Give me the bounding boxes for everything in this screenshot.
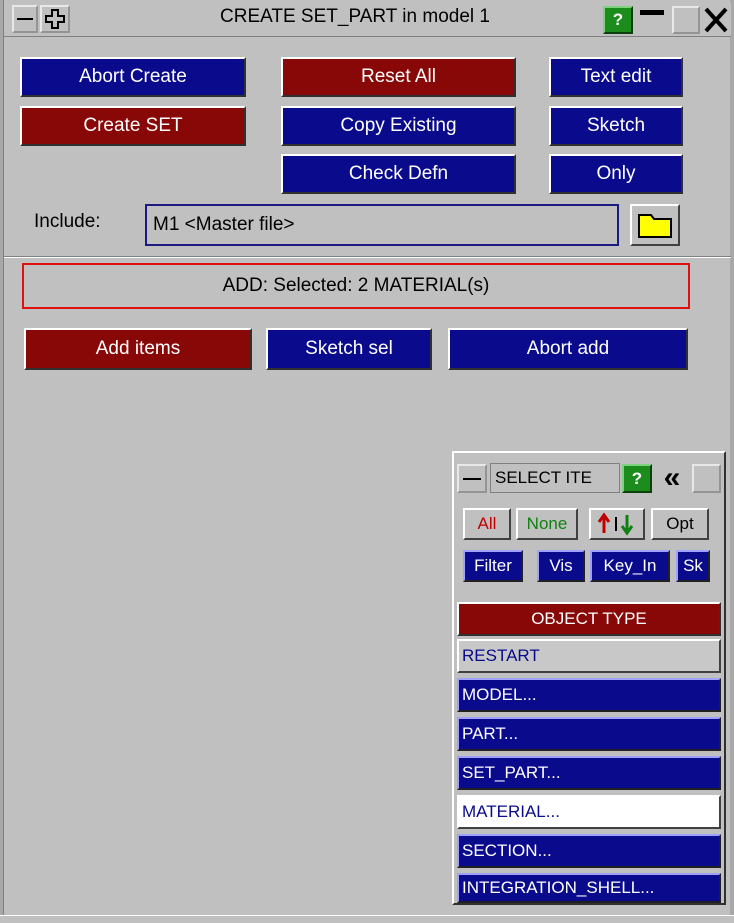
window-border-right xyxy=(730,0,734,923)
panel-help-button[interactable]: ? xyxy=(622,464,652,493)
move-cross-icon xyxy=(45,9,65,29)
include-field[interactable]: M1 <Master file> xyxy=(145,204,619,246)
maximize-button[interactable] xyxy=(672,6,700,34)
move-button[interactable] xyxy=(40,5,70,33)
select-none-button[interactable]: None xyxy=(516,508,578,540)
copy-existing-button[interactable]: Copy Existing xyxy=(281,106,516,146)
text-edit-button[interactable]: Text edit xyxy=(549,57,683,97)
list-item-model[interactable]: MODEL... xyxy=(457,678,721,712)
list-item-part[interactable]: PART... xyxy=(457,717,721,751)
key-in-button[interactable]: Key_In xyxy=(590,550,670,582)
list-item-restart[interactable]: RESTART xyxy=(457,639,721,673)
dash-icon xyxy=(463,478,481,480)
check-defn-button[interactable]: Check Defn xyxy=(281,154,516,194)
selection-status: ADD: Selected: 2 MATERIAL(s) xyxy=(22,263,690,309)
swap-selection-button[interactable] xyxy=(589,508,645,540)
list-item-integration-shell[interactable]: INTEGRATION_SHELL... xyxy=(457,873,721,903)
filter-button[interactable]: Filter xyxy=(463,550,523,582)
abort-create-button[interactable]: Abort Create xyxy=(20,57,246,97)
list-item-section[interactable]: SECTION... xyxy=(457,834,721,868)
close-icon xyxy=(704,7,728,33)
select-all-button[interactable]: All xyxy=(463,508,511,540)
include-label: Include: xyxy=(34,211,101,232)
list-item-material[interactable]: MATERIAL... xyxy=(457,795,721,829)
options-button[interactable]: Opt xyxy=(651,508,709,540)
abort-add-button[interactable]: Abort add xyxy=(448,328,688,370)
create-set-button[interactable]: Create SET xyxy=(20,106,246,146)
minimize-bar-icon xyxy=(640,10,664,15)
minimize-dash-button[interactable] xyxy=(12,5,38,33)
list-item-set-part[interactable]: SET_PART... xyxy=(457,756,721,790)
window-border-left xyxy=(0,0,4,923)
dash-icon xyxy=(17,18,33,20)
help-button[interactable]: ? xyxy=(603,6,633,34)
up-down-arrows-icon xyxy=(597,512,634,536)
folder-browse-button[interactable] xyxy=(630,204,680,246)
window-title: CREATE SET_PART in model 1 xyxy=(220,6,490,27)
window-border-bottom xyxy=(0,915,734,923)
vis-button[interactable]: Vis xyxy=(537,550,585,582)
sketch-button[interactable]: Sketch xyxy=(549,106,683,146)
reset-all-button[interactable]: Reset All xyxy=(281,57,516,97)
add-items-button[interactable]: Add items xyxy=(24,328,252,370)
only-button[interactable]: Only xyxy=(549,154,683,194)
panel-maximize-button[interactable] xyxy=(692,464,721,493)
minimize-button[interactable] xyxy=(638,8,668,34)
close-button[interactable] xyxy=(702,6,730,34)
collapse-icon[interactable]: « xyxy=(654,463,690,493)
panel-dash-button[interactable] xyxy=(457,464,487,493)
select-panel-title: SELECT ITE xyxy=(490,463,620,493)
folder-icon xyxy=(638,214,672,238)
object-type-header: OBJECT TYPE xyxy=(457,602,721,636)
sketch-sel-button[interactable]: Sketch sel xyxy=(266,328,432,370)
separator xyxy=(4,256,731,258)
sketch-select-button[interactable]: Sk xyxy=(676,550,710,582)
